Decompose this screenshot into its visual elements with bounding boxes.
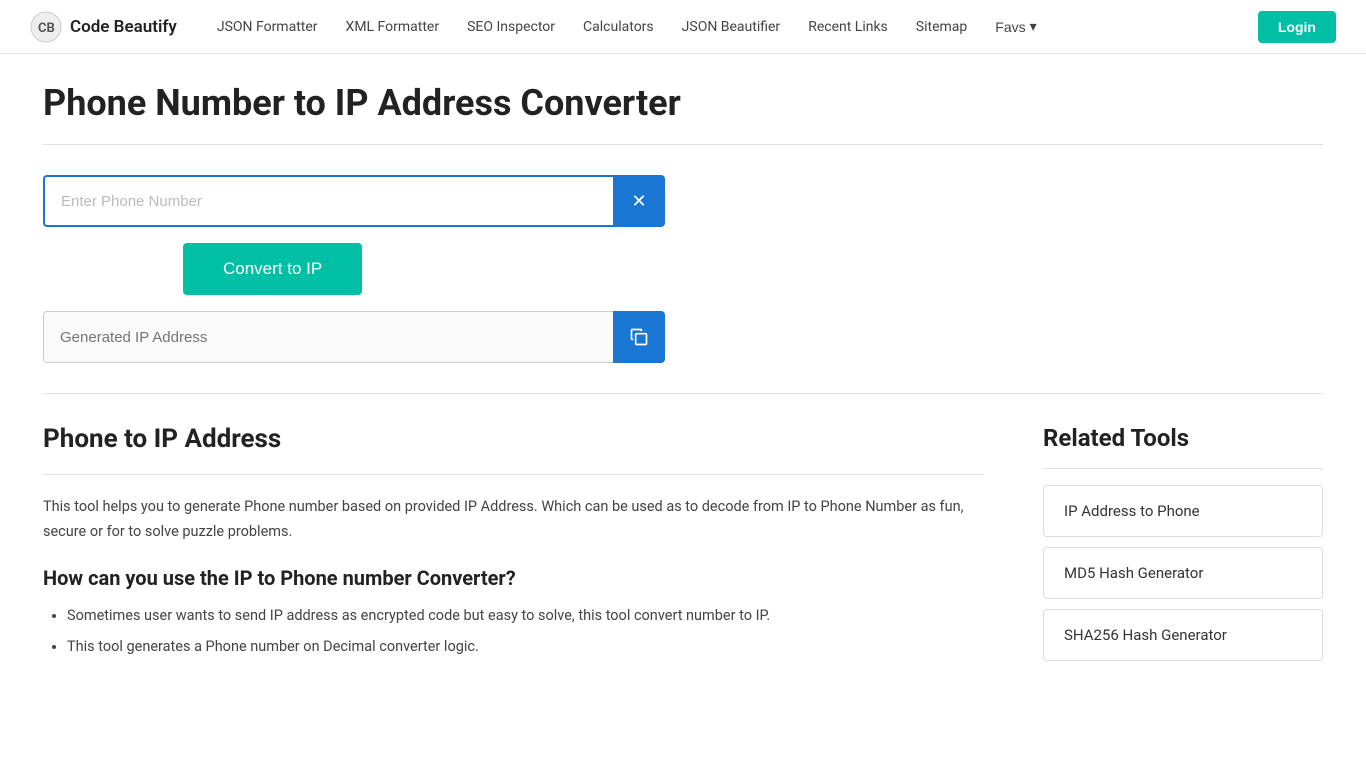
main-nav: JSON Formatter XML Formatter SEO Inspect… — [217, 18, 1258, 35]
chevron-down-icon: ▾ — [1030, 18, 1037, 35]
bullet-list: Sometimes user wants to send IP address … — [43, 604, 983, 659]
convert-button[interactable]: Convert to IP — [183, 243, 362, 295]
login-button[interactable]: Login — [1258, 11, 1336, 43]
nav-sitemap[interactable]: Sitemap — [916, 19, 967, 35]
related-tool-md5[interactable]: MD5 Hash Generator — [1043, 547, 1323, 599]
clear-button[interactable]: ✕ — [613, 175, 665, 227]
nav-seo-inspector[interactable]: SEO Inspector — [467, 19, 555, 35]
sidebar: Related Tools IP Address to Phone MD5 Ha… — [1043, 424, 1323, 671]
section-divider — [43, 474, 983, 475]
related-tools-heading: Related Tools — [1043, 424, 1323, 452]
phone-input[interactable] — [43, 175, 613, 227]
phone-to-ip-heading: Phone to IP Address — [43, 424, 983, 454]
tool-section: ✕ Convert to IP — [43, 175, 1323, 394]
list-item: Sometimes user wants to send IP address … — [67, 604, 983, 629]
related-tool-ip-to-phone[interactable]: IP Address to Phone — [1043, 485, 1323, 537]
phone-input-row: ✕ — [43, 175, 665, 227]
favs-label: Favs — [995, 19, 1025, 35]
related-tool-sha256[interactable]: SHA256 Hash Generator — [1043, 609, 1323, 661]
logo[interactable]: CB Code Beautify — [30, 11, 177, 43]
description-text: This tool helps you to generate Phone nu… — [43, 495, 983, 544]
favs-button[interactable]: Favs ▾ — [995, 18, 1036, 35]
logo-text: Code Beautify — [70, 17, 177, 37]
top-divider — [43, 144, 1323, 145]
nav-json-formatter[interactable]: JSON Formatter — [217, 19, 318, 35]
logo-icon: CB — [30, 11, 62, 43]
copy-button[interactable] — [613, 311, 665, 363]
generated-ip-input — [43, 311, 613, 363]
how-to-heading: How can you use the IP to Phone number C… — [43, 566, 983, 590]
svg-text:CB: CB — [38, 21, 55, 36]
list-item: This tool generates a Phone number on De… — [67, 635, 983, 660]
nav-xml-formatter[interactable]: XML Formatter — [346, 19, 440, 35]
nav-json-beautifier[interactable]: JSON Beautifier — [682, 19, 781, 35]
two-column-layout: Phone to IP Address This tool helps you … — [43, 424, 1323, 671]
main-content: Phone to IP Address This tool helps you … — [43, 424, 983, 671]
copy-icon — [629, 327, 649, 347]
nav-calculators[interactable]: Calculators — [583, 19, 654, 35]
nav-recent-links[interactable]: Recent Links — [808, 19, 888, 35]
page-title: Phone Number to IP Address Converter — [43, 82, 1323, 124]
close-icon: ✕ — [631, 191, 646, 212]
sidebar-divider — [1043, 468, 1323, 469]
output-row — [43, 311, 665, 363]
